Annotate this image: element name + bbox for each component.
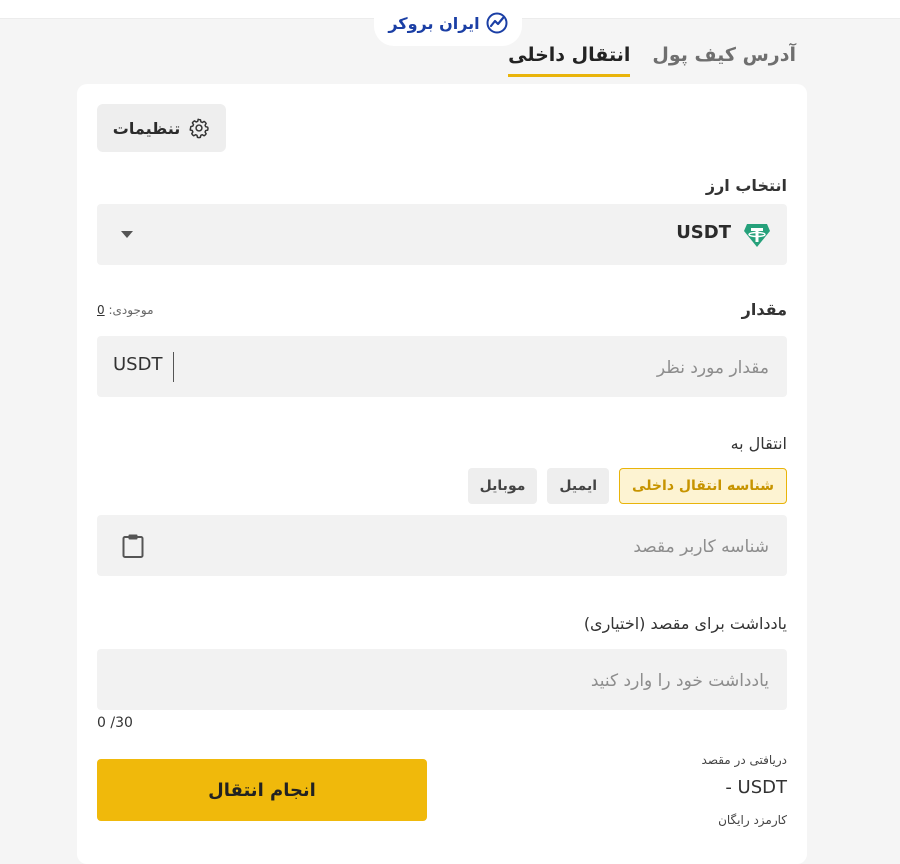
tab-internal-transfer[interactable]: انتقال داخلی: [508, 44, 631, 77]
logo-chart-icon: [486, 12, 508, 34]
clipboard-icon[interactable]: [121, 533, 145, 559]
note-field: [97, 649, 787, 712]
balance-label: موجودی:: [108, 303, 154, 317]
logo-text: ایران بروکر: [388, 13, 480, 33]
balance: موجودی: 0: [97, 303, 154, 317]
chip-internal-id[interactable]: شناسه انتقال داخلی: [619, 468, 787, 504]
note-char-counter: 0 /30: [97, 715, 133, 731]
fee-label: کارمزد رایگان: [718, 813, 787, 827]
amount-label: مقدار: [741, 300, 787, 319]
recipient-field: [97, 515, 787, 578]
tether-icon: [744, 224, 770, 247]
currency-label: انتخاب ارز: [705, 176, 787, 195]
note-input[interactable]: [117, 649, 771, 712]
transfer-tabs: آدرس کیف پول انتقال داخلی: [508, 44, 796, 77]
recipient-type-chips: شناسه انتقال داخلی ایمیل موبایل: [467, 468, 787, 504]
settings-button[interactable]: تنظیمات: [97, 104, 226, 152]
recipient-id-input[interactable]: [167, 515, 771, 578]
gear-icon: [189, 118, 209, 139]
brand-logo[interactable]: ایران بروکر: [374, 0, 522, 46]
tab-wallet-address[interactable]: آدرس کیف پول: [652, 44, 796, 77]
settings-label: تنظیمات: [112, 118, 181, 138]
received-value: - USDT: [725, 777, 787, 798]
amount-input[interactable]: [207, 336, 771, 399]
chip-email[interactable]: ایمیل: [547, 468, 610, 504]
chevron-down-icon[interactable]: [121, 231, 133, 238]
submit-transfer-button[interactable]: انجام انتقال: [97, 759, 427, 821]
transfer-to-label: انتقال به: [730, 434, 787, 453]
transfer-form-card: تنظیمات انتخاب ارز USDT مقدار موجودی: 0 …: [77, 84, 807, 864]
balance-value[interactable]: 0: [97, 303, 105, 317]
note-label: یادداشت برای مقصد (اختیاری): [583, 614, 787, 633]
amount-unit: USDT: [113, 354, 163, 375]
amount-field: USDT: [97, 336, 787, 399]
selected-currency: USDT: [676, 222, 731, 243]
chip-mobile[interactable]: موبایل: [467, 468, 538, 504]
unit-divider: [173, 352, 174, 382]
received-label: دریافتی در مقصد: [701, 753, 787, 767]
currency-select[interactable]: USDT: [97, 204, 787, 265]
